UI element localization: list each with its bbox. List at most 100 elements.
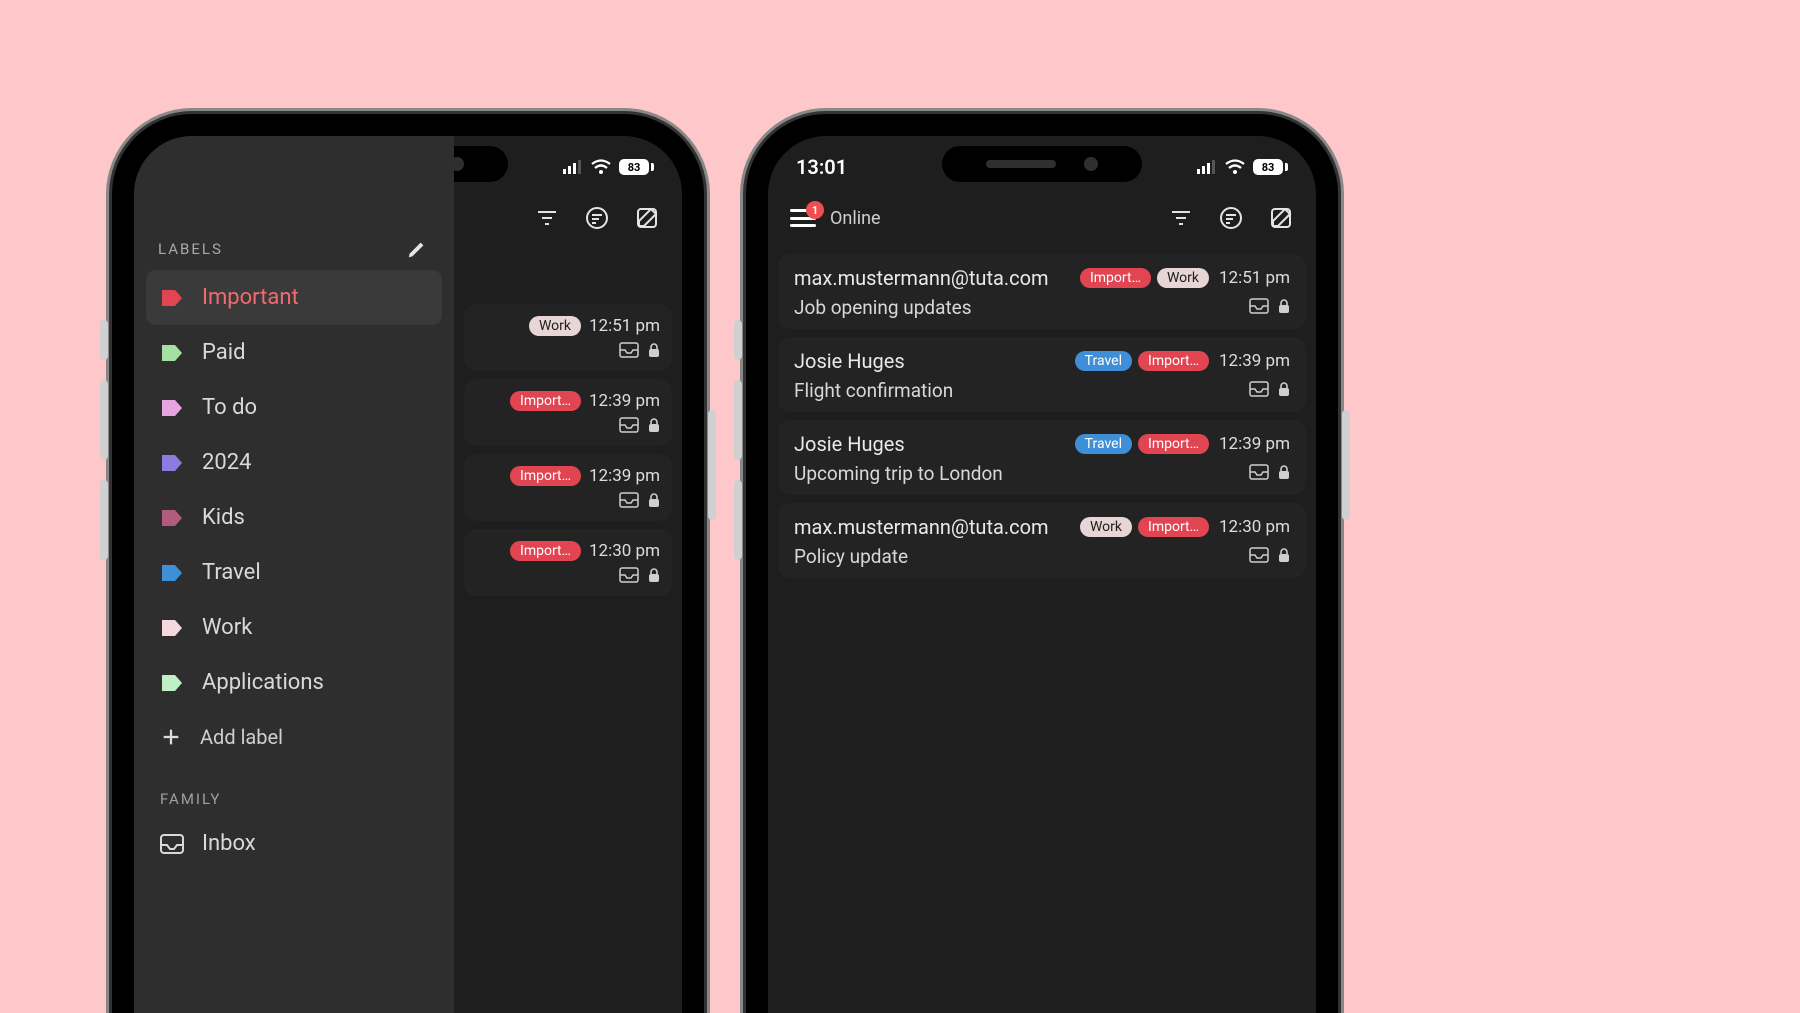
side-button <box>734 480 742 560</box>
sidebar-item-label-to-do[interactable]: To do <box>146 380 442 435</box>
email-subject: Policy update <box>794 545 908 568</box>
email-time: 12:39 pm <box>1219 434 1290 454</box>
sidebar-item-label-paid[interactable]: Paid <box>146 325 442 380</box>
label-tag-icon <box>160 673 184 693</box>
label-badge-important: Import… <box>510 391 581 411</box>
email-sender: max.mustermann@tuta.com <box>794 515 1049 539</box>
email-item[interactable]: Josie HugesTravelImport…12:39 pmUpcoming… <box>778 420 1306 495</box>
label-badge-work: Work <box>1157 268 1209 288</box>
sidebar-item-label: Inbox <box>202 831 256 856</box>
lock-icon <box>648 417 660 436</box>
filter-icon[interactable] <box>534 205 560 231</box>
connection-status: Online <box>830 208 881 229</box>
sidebar-item-label: Applications <box>202 670 324 695</box>
compose-icon[interactable] <box>1268 205 1294 231</box>
compose-icon[interactable] <box>634 205 660 231</box>
label-tag-icon <box>160 563 184 583</box>
email-item[interactable]: Work 12:51 pm <box>464 304 672 371</box>
email-time: 12:39 pm <box>589 391 660 411</box>
lock-icon <box>648 567 660 586</box>
volume-up-button <box>734 320 742 360</box>
sidebar-item-label-important[interactable]: Important <box>146 270 442 325</box>
sidebar-item-label: Important <box>202 285 299 310</box>
battery-icon: 83 <box>1253 159 1283 175</box>
label-badge-important: Import… <box>1138 517 1209 537</box>
email-item[interactable]: max.mustermann@tuta.com Import… Work 12:51 … <box>778 254 1306 329</box>
select-all-icon[interactable] <box>1218 205 1244 231</box>
section-title-family: FAMILY <box>146 782 442 816</box>
label-badge-important: Import… <box>1138 351 1209 371</box>
sidebar-item-label-applications[interactable]: Applications <box>146 655 442 710</box>
cellular-icon <box>1197 155 1217 179</box>
tray-icon <box>1250 547 1268 566</box>
tray-icon <box>620 567 638 586</box>
email-item[interactable]: Import… 12:39 pm <box>464 454 672 521</box>
notification-badge: 1 <box>806 201 824 219</box>
email-item[interactable]: Josie HugesTravelImport…12:39 pmFlight c… <box>778 337 1306 412</box>
add-label-button[interactable]: Add label <box>146 710 442 764</box>
tray-icon <box>620 417 638 436</box>
tray-icon <box>620 342 638 361</box>
label-tag-icon <box>160 343 184 363</box>
select-all-icon[interactable] <box>584 205 610 231</box>
menu-button[interactable]: 1 <box>790 209 816 227</box>
volume-up-button <box>100 320 108 360</box>
lock-icon <box>648 492 660 511</box>
side-button <box>100 480 108 560</box>
plus-icon <box>160 726 182 748</box>
email-sender: max.mustermann@tuta.com <box>794 266 1049 290</box>
lock-icon <box>648 342 660 361</box>
tray-icon <box>1250 298 1268 317</box>
email-time: 12:51 pm <box>1219 268 1290 288</box>
wifi-icon <box>591 155 611 179</box>
phone-left: 13:01 83 <box>118 120 698 1013</box>
phone-right: 13:01 83 <box>752 120 1332 1013</box>
label-badge-work: Work <box>529 316 581 336</box>
label-tag-icon <box>160 288 184 308</box>
label-badge-travel: Travel <box>1075 434 1132 454</box>
label-badge-travel: Travel <box>1075 351 1132 371</box>
wifi-icon <box>1225 155 1245 179</box>
sidebar-item-label: Work <box>202 615 252 640</box>
email-time: 12:51 pm <box>589 316 660 336</box>
sidebar-item-label-kids[interactable]: Kids <box>146 490 442 545</box>
email-time: 12:30 pm <box>589 541 660 561</box>
label-badge-important: Import… <box>510 541 581 561</box>
battery-level: 83 <box>628 161 641 174</box>
sidebar-item-label: 2024 <box>202 450 251 475</box>
email-list-covered: Work 12:51 pm Import… 12:39 pm <box>464 296 672 604</box>
lock-icon <box>1278 381 1290 400</box>
tray-icon <box>1250 381 1268 400</box>
add-label-text: Add label <box>200 725 283 749</box>
status-time: 13:01 <box>796 155 847 179</box>
filter-icon[interactable] <box>1168 205 1194 231</box>
inbox-tray-icon <box>160 834 184 854</box>
lock-icon <box>1278 298 1290 317</box>
label-tag-icon <box>160 508 184 528</box>
sidebar-item-label-work[interactable]: Work <box>146 600 442 655</box>
email-list[interactable]: max.mustermann@tuta.com Import… Work 12:51 … <box>768 254 1316 578</box>
sidebar-item-inbox[interactable]: Inbox <box>146 816 442 871</box>
label-badge-important: Import… <box>1080 268 1151 288</box>
label-tag-icon <box>160 453 184 473</box>
sidebar-item-label: Travel <box>202 560 261 585</box>
email-sender: Josie Huges <box>794 349 905 373</box>
sidebar-item-label-travel[interactable]: Travel <box>146 545 442 600</box>
email-item[interactable]: max.mustermann@tuta.comWorkImport…12:30 … <box>778 503 1306 578</box>
notch <box>942 146 1142 182</box>
email-item[interactable]: Import… 12:30 pm <box>464 529 672 596</box>
email-time: 12:39 pm <box>589 466 660 486</box>
email-sender: Josie Huges <box>794 432 905 456</box>
sidebar-item-label-2024[interactable]: 2024 <box>146 435 442 490</box>
cellular-icon <box>563 155 583 179</box>
edit-labels-button[interactable] <box>404 236 430 262</box>
email-item[interactable]: Import… 12:39 pm <box>464 379 672 446</box>
label-badge-important: Import… <box>510 466 581 486</box>
tray-icon <box>1250 464 1268 483</box>
power-button <box>708 410 716 520</box>
label-tag-icon <box>160 398 184 418</box>
battery-level: 83 <box>1262 161 1275 174</box>
label-tag-icon <box>160 618 184 638</box>
email-subject: Job opening updates <box>794 296 972 319</box>
lock-icon <box>1278 464 1290 483</box>
